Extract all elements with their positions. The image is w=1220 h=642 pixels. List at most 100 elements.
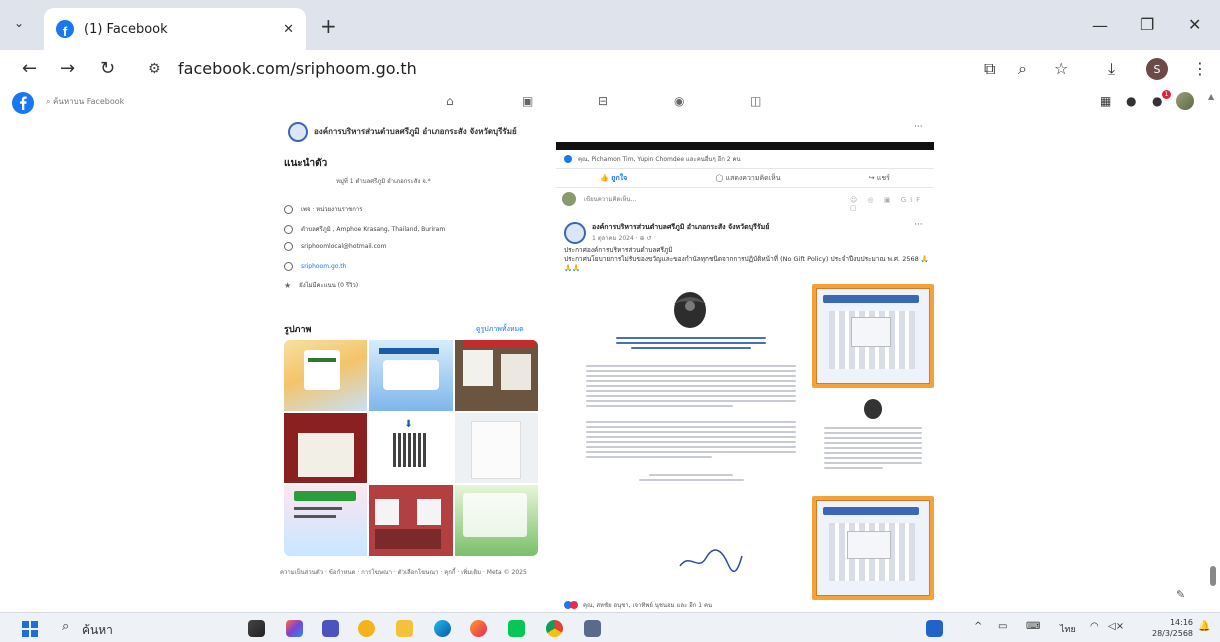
widget-app-icon[interactable]	[926, 620, 943, 637]
scrollbar-thumb[interactable]	[1210, 566, 1216, 586]
video-icon[interactable]: ▣	[522, 94, 533, 108]
windows-start-icon[interactable]	[22, 621, 38, 637]
app-yellow-icon[interactable]	[358, 620, 375, 637]
menu-grid-icon[interactable]: ▦	[1100, 94, 1111, 108]
tab-list-chevron-icon[interactable]: ⌄	[14, 16, 24, 30]
notification-center-icon[interactable]: 🔔	[1198, 621, 1210, 632]
page-avatar[interactable]	[288, 122, 308, 142]
tray-keyboard-icon[interactable]: ⌨	[1026, 621, 1040, 632]
groups-icon[interactable]: ◉	[674, 94, 684, 108]
tab-close-icon[interactable]: ✕	[283, 22, 294, 37]
post-author-name[interactable]: องค์การบริหารส่วนตำบลศรีภูมิ อำเภอกระสัง…	[592, 222, 769, 233]
intro-heading: แนะนำตัว	[284, 158, 328, 169]
see-all-photos-link[interactable]: ดูรูปภาพทั้งหมด	[476, 324, 524, 335]
poster-image-bottom[interactable]	[812, 496, 934, 600]
info-icon	[284, 204, 293, 214]
bookmark-star-icon[interactable]: ☆	[1054, 59, 1068, 78]
home-icon[interactable]: ⌂	[446, 94, 454, 108]
menu-kebab-icon[interactable]: ⋮	[1192, 59, 1208, 78]
comment-button[interactable]: ◯ แสดงความคิดเห็น	[716, 173, 781, 184]
tab-title: (1) Facebook	[84, 21, 168, 37]
photo-thumb[interactable]: ⬇	[369, 412, 453, 484]
page-name[interactable]: องค์การบริหารส่วนตำบลศรีภูมิ อำเภอกระสัง…	[314, 125, 554, 138]
input-language[interactable]: ไทย	[1060, 622, 1076, 636]
wifi-icon[interactable]: ◠	[1090, 621, 1099, 632]
clock[interactable]: 14:16 28/3/2568	[1152, 617, 1193, 639]
comment-tools[interactable]: ☺ ◎ ▣ GIF ▢	[850, 196, 934, 212]
post-options-icon[interactable]: ···	[914, 122, 923, 132]
post-body: ประกาศองค์การบริหารส่วนตำบลศรีภูมิ ประกา…	[564, 246, 930, 273]
zoom-icon[interactable]: ⌕	[1018, 59, 1027, 79]
downloads-icon[interactable]: ⤓	[1108, 59, 1115, 79]
announcement-document-image[interactable]	[576, 290, 806, 600]
facebook-search-input[interactable]: ⌕ ค้นหาบน Facebook	[46, 95, 124, 108]
clock-date: 28/3/2568	[1152, 629, 1194, 638]
copilot-icon[interactable]	[286, 620, 303, 637]
minimize-button[interactable]: —	[1092, 16, 1108, 35]
volume-icon[interactable]: ◁×	[1108, 621, 1124, 632]
firefox-icon[interactable]	[470, 620, 487, 637]
url-field[interactable]: facebook.com/sriphoom.go.th	[178, 59, 417, 78]
like-button[interactable]: 👍 ถูกใจ	[600, 173, 627, 184]
reactions-summary[interactable]: คุณ, Pichamon Tim, Yupin Chomdee และคนอื…	[564, 154, 741, 164]
notifications-bell-icon[interactable]: ●	[1152, 94, 1162, 108]
comment-composer[interactable]: เขียนความคิดเห็น...	[562, 192, 636, 206]
info-text: ตำบลศรีภูมิ , Amphoe Krasang, Thailand, …	[301, 226, 446, 233]
location-icon	[284, 224, 293, 234]
share-label: แชร์	[876, 173, 890, 182]
info-row-email[interactable]: sriphoomlocal@hotmail.com	[284, 242, 386, 251]
next-post-reactions[interactable]: คุณ, สหชัย อนุชา, เจาทิพย์ นุชนอม และ อี…	[564, 600, 712, 610]
restore-button[interactable]: ❐	[1140, 15, 1154, 34]
teams-icon[interactable]	[322, 620, 339, 637]
reload-icon[interactable]: ↻	[100, 58, 115, 79]
tab-strip: ⌄ f (1) Facebook ✕ + — ❐ ✕	[0, 0, 1220, 50]
post-author-avatar[interactable]	[564, 222, 586, 244]
photo-thumb[interactable]	[369, 485, 453, 556]
footer-links[interactable]: ความเป็นส่วนตัว · ข้อกำหนด · การโฆษณา · …	[280, 568, 540, 578]
photo-thumb[interactable]	[284, 412, 368, 484]
info-row-rating: ★ ยังไม่มีคะแนน (0 รีวิว)	[284, 280, 358, 290]
task-view-icon[interactable]	[248, 620, 265, 637]
taskbar-search-input[interactable]: ค้นหา	[82, 621, 113, 640]
forward-arrow-icon[interactable]: →	[60, 58, 75, 79]
install-app-icon[interactable]: ⧉	[984, 59, 995, 79]
browser-tab-facebook[interactable]: f (1) Facebook ✕	[44, 8, 306, 50]
photo-thumb[interactable]	[454, 485, 538, 556]
photo-thumb[interactable]	[454, 412, 538, 484]
marketplace-icon[interactable]: ⊟	[598, 94, 608, 108]
messenger-icon[interactable]: ●	[1126, 94, 1136, 108]
tray-chevron-icon[interactable]: ^	[974, 621, 982, 632]
post-actions: 👍 ถูกใจ ◯ แสดงความคิดเห็น ↪ แชร์	[556, 168, 934, 188]
file-explorer-icon[interactable]	[396, 620, 413, 637]
share-button[interactable]: ↪ แชร์	[869, 173, 890, 184]
search-placeholder: ค้นหาบน Facebook	[53, 97, 125, 106]
scroll-up-arrow-icon[interactable]: ▲	[1208, 92, 1214, 101]
line-app-icon[interactable]	[508, 620, 525, 637]
gaming-icon[interactable]: ◫	[750, 94, 761, 108]
info-text: sriphoomlocal@hotmail.com	[301, 243, 387, 250]
back-arrow-icon[interactable]: ←	[22, 58, 37, 79]
window-close-button[interactable]: ✕	[1188, 15, 1201, 34]
photo-thumb[interactable]	[454, 340, 538, 411]
document-image-mid[interactable]	[820, 396, 926, 486]
chrome-icon[interactable]	[546, 620, 563, 637]
intro-description: หมู่ที่ 1 ตำบลศรีภูมิ อำเภอกระสัง จ.*	[336, 178, 431, 185]
post-more-icon[interactable]: ···	[914, 220, 923, 230]
profile-avatar[interactable]: S	[1146, 58, 1168, 80]
photo-thumb[interactable]	[369, 340, 453, 411]
page-intro-column: องค์การบริหารส่วนตำบลศรีภูมิ อำเภอกระสัง…	[280, 116, 540, 596]
facebook-logo-icon[interactable]	[12, 92, 34, 114]
site-info-icon[interactable]: ⚙	[148, 61, 161, 77]
photo-thumb[interactable]	[284, 340, 368, 411]
photo-thumb[interactable]	[284, 485, 368, 556]
new-message-edit-icon[interactable]: ✎	[1176, 588, 1185, 601]
post-timestamp[interactable]: 1 ตุลาคม 2024 · ⊕ ↺	[592, 233, 652, 243]
edge-icon[interactable]	[434, 620, 451, 637]
fb-user-avatar[interactable]	[1176, 92, 1194, 110]
app-window-icon[interactable]	[584, 620, 601, 637]
info-row-website[interactable]: sriphoom.go.th	[284, 262, 346, 271]
poster-image-top[interactable]	[812, 284, 934, 388]
tray-app-icon[interactable]: ▭	[998, 621, 1007, 632]
new-tab-button[interactable]: +	[320, 14, 337, 38]
taskbar-search-icon[interactable]: ⌕	[62, 619, 69, 634]
